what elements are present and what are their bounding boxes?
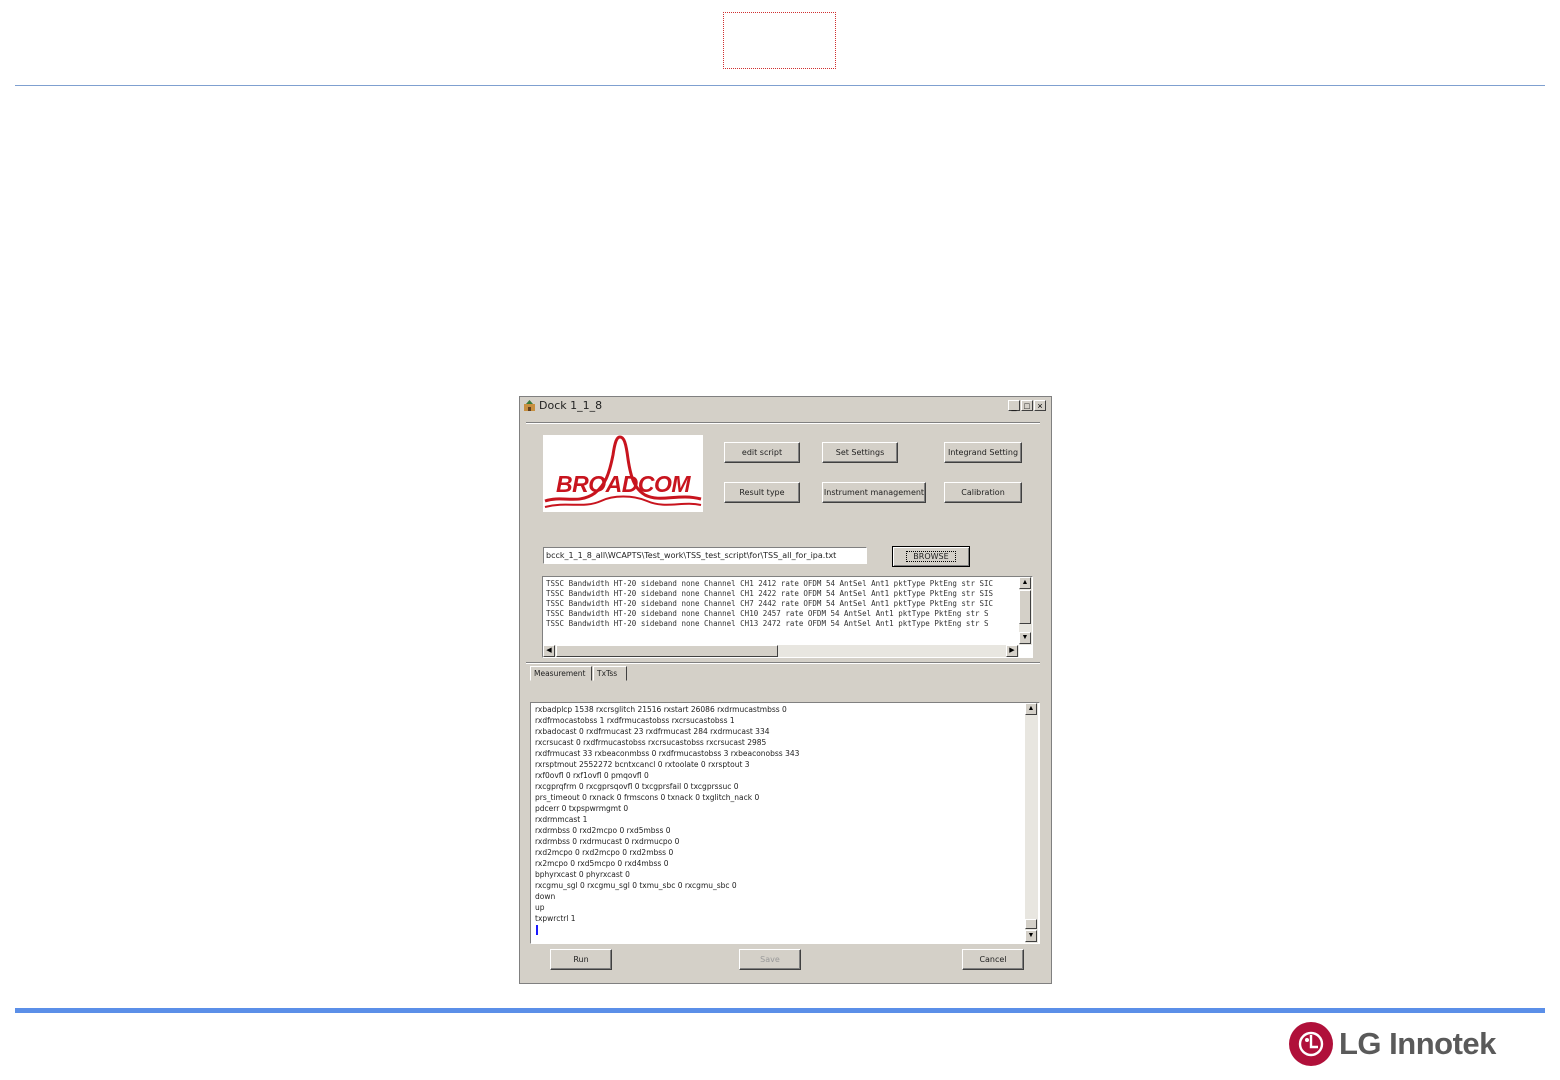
lg-face-icon	[1289, 1022, 1333, 1066]
calibration-button[interactable]: Calibration	[944, 482, 1022, 503]
browse-label: BROWSE	[906, 551, 956, 562]
script-hscroll-thumb[interactable]	[556, 645, 778, 657]
log-scroll-up-icon[interactable]: ▲	[1025, 703, 1037, 715]
log-vscroll-thumb[interactable]	[1025, 919, 1037, 929]
log-vertical-scrollbar[interactable]: ▲ ▼	[1025, 703, 1038, 943]
log-line: rx2mcpo 0 rxd5mcpo 0 rxd4mbss 0	[535, 859, 669, 868]
log-line: down	[535, 892, 556, 901]
script-vertical-scrollbar[interactable]: ▲ ▼	[1019, 577, 1032, 645]
script-line: TSSC Bandwidth HT-20 sideband none Chann…	[546, 619, 989, 628]
maximize-button[interactable]: □	[1021, 400, 1033, 411]
log-line: rxdfrmucast 33 rxbeaconmbss 0 rxdfrmucas…	[535, 749, 800, 758]
log-line: rxdfrmocastobss 1 rxdfrmucastobss rxcrsu…	[535, 716, 735, 725]
window-title: Dock 1_1_8	[539, 399, 603, 412]
log-scroll-down-icon[interactable]: ▼	[1025, 930, 1037, 942]
log-line: rxbadplcp 1538 rxcrsglitch 21516 rxstart…	[535, 705, 787, 714]
script-line: TSSC Bandwidth HT-20 sideband none Chann…	[546, 589, 994, 598]
log-line: rxbadocast 0 rxdfrmucast 23 rxdfrmucast …	[535, 727, 770, 736]
script-line: TSSC Bandwidth HT-20 sideband none Chann…	[546, 609, 989, 618]
close-button[interactable]: ×	[1034, 400, 1046, 411]
integrand-setting-button[interactable]: Integrand Setting	[944, 442, 1022, 463]
header-divider	[15, 85, 1545, 86]
log-line: rxf0ovfl 0 rxf1ovfl 0 pmqovfl 0	[535, 771, 649, 780]
log-line: rxcgprqfrm 0 rxcgprsqovfl 0 txcgprsfail …	[535, 782, 739, 791]
lg-innotek-wordmark: LG Innotek	[1339, 1026, 1496, 1061]
log-line: rxdrmmcast 1	[535, 815, 588, 824]
scroll-down-icon[interactable]: ▼	[1019, 632, 1031, 644]
log-line: pdcerr 0 txpspwrmgmt 0	[535, 804, 629, 813]
app-icon	[524, 400, 535, 411]
script-line: TSSC Bandwidth HT-20 sideband none Chann…	[546, 599, 994, 608]
scroll-right-icon[interactable]: ▶	[1006, 645, 1018, 657]
log-line: up	[535, 903, 545, 912]
log-line: rxcrsucast 0 rxdfrmucastobss rxcrsucasto…	[535, 738, 767, 747]
broadcom-wordmark: BROADCOM	[556, 471, 691, 497]
tab-measurement[interactable]: Measurement	[530, 666, 592, 681]
dock-window: Dock 1_1_8 _ □ × BROADCOM edit script Se…	[519, 396, 1052, 984]
script-line: TSSC Bandwidth HT-20 sideband none Chann…	[546, 579, 994, 588]
text-caret	[536, 925, 538, 935]
top-separator	[526, 422, 1040, 424]
tab-txtss[interactable]: TxTss	[593, 666, 627, 681]
lg-face-mark	[1298, 1031, 1324, 1057]
save-button[interactable]: Save	[739, 949, 801, 970]
footer-divider	[15, 1008, 1545, 1013]
result-type-button[interactable]: Result type	[724, 482, 800, 503]
set-settings-button[interactable]: Set Settings	[822, 442, 898, 463]
script-path-field[interactable]: bcck_1_1_8_all\WCAPTS\Test_work\TSS_test…	[543, 547, 867, 564]
minimize-button[interactable]: _	[1008, 400, 1020, 411]
broadcom-logo: BROADCOM	[543, 435, 703, 512]
lg-innotek-logo: LG Innotek	[1289, 1022, 1529, 1070]
log-line: rxcgmu_sgl 0 rxcgmu_sgl 0 txmu_sbc 0 rxc…	[535, 881, 737, 890]
title-placeholder-box	[723, 12, 836, 69]
log-line: rxrsptmout 2552272 bcntxcancl 0 rxtoolat…	[535, 760, 750, 769]
run-button[interactable]: Run	[550, 949, 612, 970]
log-line: prs_timeout 0 rxnack 0 frmscons 0 txnack…	[535, 793, 760, 802]
tab-separator	[526, 662, 1040, 664]
log-line: txpwrctrl 1	[535, 914, 576, 923]
log-line: bphyrxcast 0 phyrxcast 0	[535, 870, 630, 879]
browse-button[interactable]: BROWSE	[892, 546, 970, 567]
instrument-management-button[interactable]: Instrument management	[822, 482, 926, 503]
cancel-button[interactable]: Cancel	[962, 949, 1024, 970]
scroll-left-icon[interactable]: ◀	[543, 645, 555, 657]
script-list[interactable]: TSSC Bandwidth HT-20 sideband none Chann…	[542, 576, 1033, 658]
edit-script-button[interactable]: edit script	[724, 442, 800, 463]
log-line: rxdrmbss 0 rxdrmucast 0 rxdrmucpo 0	[535, 837, 680, 846]
log-line: rxd2mcpo 0 rxd2mcpo 0 rxd2mbss 0	[535, 848, 674, 857]
log-line: rxdrmbss 0 rxd2mcpo 0 rxd5mbss 0	[535, 826, 671, 835]
window-titlebar[interactable]: Dock 1_1_8 _ □ ×	[520, 397, 1051, 415]
scroll-up-icon[interactable]: ▲	[1019, 577, 1031, 589]
script-horizontal-scrollbar[interactable]: ◀ ▶	[543, 645, 1019, 657]
output-log[interactable]: rxbadplcp 1538 rxcrsglitch 21516 rxstart…	[530, 702, 1040, 944]
script-vscroll-thumb[interactable]	[1019, 590, 1031, 624]
